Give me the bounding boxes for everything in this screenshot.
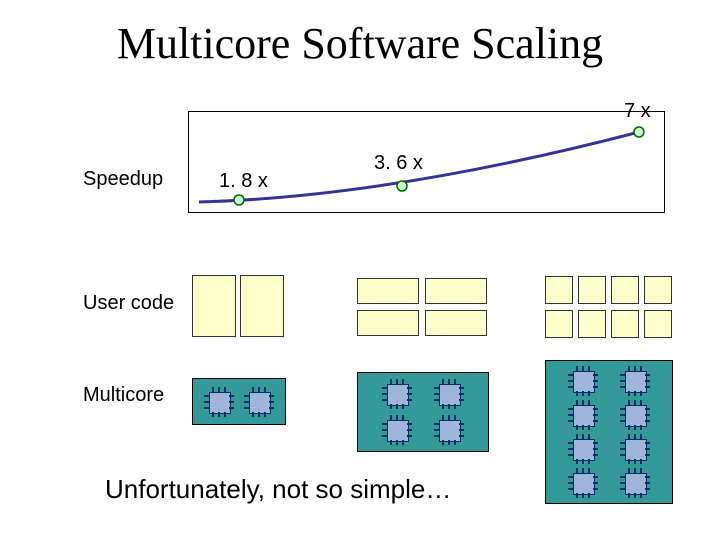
usercode-box: [644, 310, 672, 338]
cpu-chip-icon: [621, 367, 649, 395]
cpu-chip-icon: [621, 469, 649, 497]
usercode-box: [578, 276, 606, 304]
cpu-chip-icon: [621, 401, 649, 429]
row-label-multicore: Multicore: [83, 384, 164, 407]
chart-point-label-2: 7 x: [624, 100, 651, 123]
cpu-chip-icon: [569, 469, 597, 497]
usercode-box: [425, 310, 487, 336]
cpu-chip-icon: [383, 416, 411, 444]
cpu-chip-icon: [435, 416, 463, 444]
cpu-chip-icon: [569, 435, 597, 463]
usercode-box: [644, 276, 672, 304]
slide-caption: Unfortunately, not so simple…: [105, 474, 451, 505]
usercode-group-2: [192, 275, 284, 337]
usercode-box: [578, 310, 606, 338]
usercode-box: [240, 275, 284, 337]
cpu-chip-icon: [569, 401, 597, 429]
usercode-box: [545, 276, 573, 304]
speedup-curve: [189, 112, 664, 212]
usercode-box: [357, 310, 419, 336]
usercode-group-4: [357, 278, 487, 334]
multicore-group-2: [192, 378, 286, 425]
usercode-box: [611, 276, 639, 304]
cpu-chip-icon: [383, 380, 411, 408]
cpu-chip-icon: [245, 388, 273, 416]
chart-point-label-0: 1. 8 x: [219, 170, 268, 193]
cpu-chip-icon: [435, 380, 463, 408]
cpu-chip-icon: [569, 367, 597, 395]
chart-point-label-1: 3. 6 x: [374, 152, 423, 175]
cpu-chip-icon: [205, 388, 233, 416]
usercode-box: [545, 310, 573, 338]
usercode-box: [425, 278, 487, 304]
usercode-group-8: [545, 276, 671, 338]
row-label-speedup: Speedup: [83, 168, 163, 191]
row-label-usercode: User code: [83, 292, 174, 315]
usercode-box: [611, 310, 639, 338]
multicore-group-4: [357, 372, 489, 452]
speedup-chart: 1. 8 x 3. 6 x 7 x: [188, 111, 665, 213]
usercode-box: [357, 278, 419, 304]
cpu-chip-icon: [621, 435, 649, 463]
multicore-group-8: [545, 360, 673, 504]
page-title: Multicore Software Scaling: [0, 18, 720, 69]
usercode-box: [192, 275, 236, 337]
